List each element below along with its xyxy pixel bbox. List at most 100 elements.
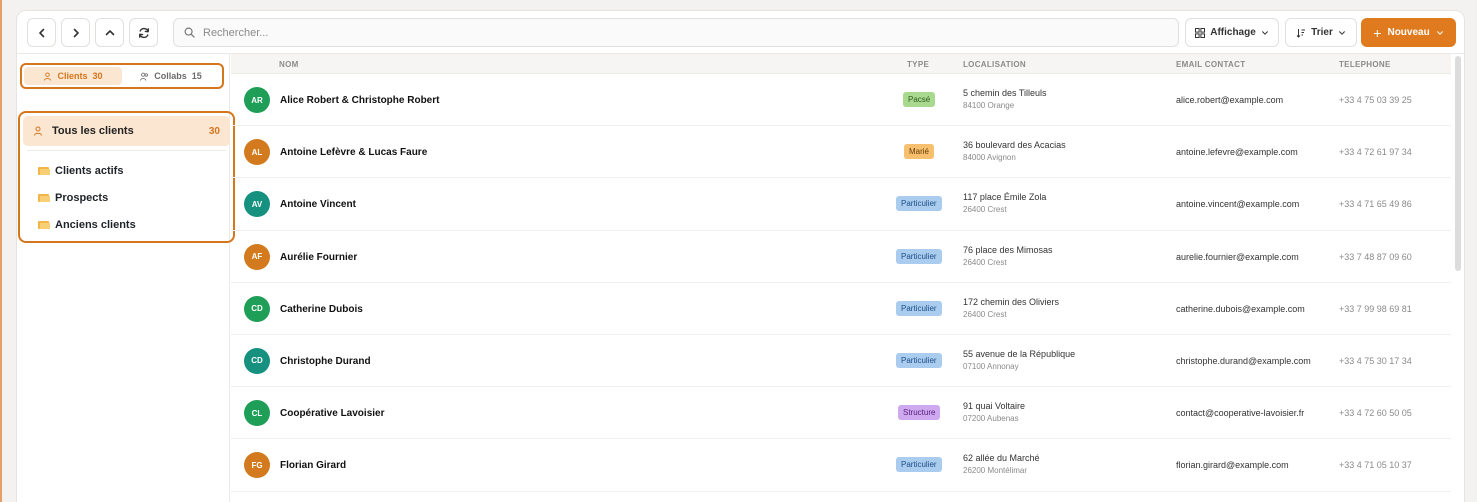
table-header: NOM TYPE LOCALISATION EMAIL CONTACT TELE…: [231, 54, 1451, 74]
table-row[interactable]: AL Antoine Lefèvre & Lucas Faure Marié 36 b…: [231, 126, 1451, 179]
client-name: Alice Robert & Christophe Robert: [280, 95, 440, 106]
avatar: CD: [244, 295, 270, 322]
folder-label: Prospects: [55, 191, 109, 204]
address-street: 62 allée du Marché: [963, 453, 1040, 464]
contact-phone: +33 4 72 60 50 05: [1339, 408, 1412, 419]
avatar: CL: [244, 400, 270, 427]
avatar: AF: [244, 243, 270, 270]
contact-email: alice.robert@example.com: [1176, 95, 1284, 105]
column-header-phone[interactable]: TELEPHONE: [1339, 60, 1391, 69]
avatar: CD: [244, 347, 270, 374]
tab-clients[interactable]: Clients 30: [24, 67, 122, 85]
table-row[interactable]: CL Coopérative Lavoisier Structure 91 quai …: [231, 387, 1451, 440]
type-badge: Particulier: [896, 352, 942, 368]
folder-icon: [38, 166, 50, 175]
address-street: 117 place Émile Zola: [963, 192, 1047, 203]
contact-email: aurelie.fournier@example.com: [1176, 251, 1299, 262]
contact-email: christophe.durand@example.com: [1176, 355, 1311, 366]
sort-label: Trier: [1311, 27, 1333, 38]
chevron-down-icon: [1338, 30, 1345, 35]
grid-icon: [1195, 27, 1206, 38]
sidebar-item-former-clients[interactable]: Anciens clients: [23, 211, 230, 238]
tab-clients-label: Clients: [57, 71, 88, 81]
folder-icon: [38, 220, 50, 229]
display-button[interactable]: Affichage: [1185, 18, 1279, 47]
client-name: Antoine Lefèvre & Lucas Faure: [280, 147, 428, 159]
app-container: Affichage Trier + Nouveau Clients 30: [16, 10, 1465, 502]
column-header-name[interactable]: NOM: [279, 60, 299, 69]
type-badge: Structure: [898, 405, 941, 421]
address-street: 76 place des Mimosas: [963, 244, 1053, 255]
scrollbar-thumb[interactable]: [1455, 56, 1461, 271]
chevron-down-icon: [1261, 30, 1268, 35]
contact-phone: +33 4 71 05 10 37: [1339, 460, 1412, 471]
up-button[interactable]: [95, 18, 124, 47]
tab-collabs[interactable]: Collabs 15: [122, 67, 220, 85]
table-row[interactable]: CD Catherine Dubois Particulier 172 chemin …: [231, 283, 1451, 335]
chevron-down-icon: [1436, 30, 1443, 35]
toolbar: Affichage Trier + Nouveau: [17, 11, 1464, 54]
new-button[interactable]: + Nouveau: [1361, 18, 1456, 47]
tab-collabs-label: Collabs: [154, 71, 187, 81]
client-name: Florian Girard: [280, 460, 347, 472]
search-bar[interactable]: [173, 18, 1179, 47]
tab-collabs-count: 15: [191, 71, 202, 81]
divider: [27, 150, 226, 151]
refresh-icon: [138, 27, 149, 38]
sidebar-item-prospects[interactable]: Prospects: [23, 184, 230, 211]
client-name: Antoine Vincent: [280, 199, 356, 211]
sidebar: Clients 30 Collabs 15 Tous les clients 3…: [17, 54, 235, 502]
column-header-location[interactable]: LOCALISATION: [963, 60, 1026, 69]
table-row[interactable]: AF Aurélie Fournier Particulier 76 place de…: [231, 231, 1451, 283]
contact-phone: +33 7 99 98 69 81: [1339, 303, 1412, 314]
avatar: AL: [244, 139, 270, 166]
table-row[interactable]: FG Florian Girard Particulier 62 allée du M…: [231, 439, 1451, 492]
type-badge: Marié: [904, 144, 935, 160]
column-header-email[interactable]: EMAIL CONTACT: [1176, 60, 1245, 69]
chevron-up-icon: [105, 29, 114, 35]
plus-icon: +: [1373, 24, 1382, 41]
table-row[interactable]: CD Christophe Durand Particulier 55 avenue …: [231, 335, 1451, 388]
contact-email: florian.girard@example.com: [1176, 460, 1289, 471]
contact-phone: +33 4 75 03 39 25: [1339, 95, 1412, 105]
folder-label: Anciens clients: [55, 218, 136, 231]
client-groups: Tous les clients 30 Clients actifs Prosp…: [18, 111, 235, 243]
folder-icon: [38, 193, 50, 202]
search-icon: [184, 27, 195, 38]
address-city: 07100 Annonay: [963, 361, 1019, 371]
contact-phone: +33 4 71 65 49 86: [1339, 199, 1412, 210]
address-city: 26400 Crest: [963, 309, 1007, 319]
address-street: 55 avenue de la République: [963, 348, 1076, 359]
type-badge: Particulier: [896, 300, 942, 316]
type-badge: Particulier: [896, 248, 942, 264]
type-badge: Pacsé: [903, 92, 936, 107]
table-row[interactable]: AV Antoine Vincent Particulier 117 place Ém…: [231, 178, 1451, 231]
client-name: Coopérative Lavoisier: [280, 408, 385, 420]
sort-icon: [1296, 28, 1306, 38]
column-header-type[interactable]: TYPE: [907, 60, 929, 69]
table-row[interactable]: AR Alice Robert & Christophe Robert Pacsé 5…: [231, 74, 1451, 127]
contact-email: antoine.vincent@example.com: [1176, 199, 1300, 210]
users-icon: [140, 72, 149, 81]
type-badge: Particulier: [896, 196, 942, 212]
window-frame: Affichage Trier + Nouveau Clients 30: [0, 0, 1477, 502]
scrollbar[interactable]: [1453, 54, 1463, 502]
avatar: AR: [244, 87, 270, 113]
tab-clients-count: 30: [92, 71, 103, 81]
folder-label: Clients actifs: [55, 164, 124, 177]
refresh-button[interactable]: [129, 18, 158, 47]
sort-button[interactable]: Trier: [1285, 18, 1357, 47]
search-input[interactable]: [203, 26, 1103, 39]
client-name: Christophe Durand: [280, 355, 371, 367]
sidebar-item-all-clients[interactable]: Tous les clients 30: [23, 116, 230, 146]
all-clients-count: 30: [208, 125, 220, 137]
address-street: 91 quai Voltaire: [963, 401, 1026, 412]
table-body: AR Alice Robert & Christophe Robert Pacsé 5…: [231, 74, 1451, 492]
back-button[interactable]: [27, 18, 56, 47]
user-icon: [44, 71, 52, 81]
client-name: Catherine Dubois: [280, 303, 363, 315]
contact-email: antoine.lefevre@example.com: [1176, 147, 1298, 158]
forward-button[interactable]: [61, 18, 90, 47]
sidebar-item-active-clients[interactable]: Clients actifs: [23, 157, 230, 184]
avatar: AV: [244, 191, 270, 218]
